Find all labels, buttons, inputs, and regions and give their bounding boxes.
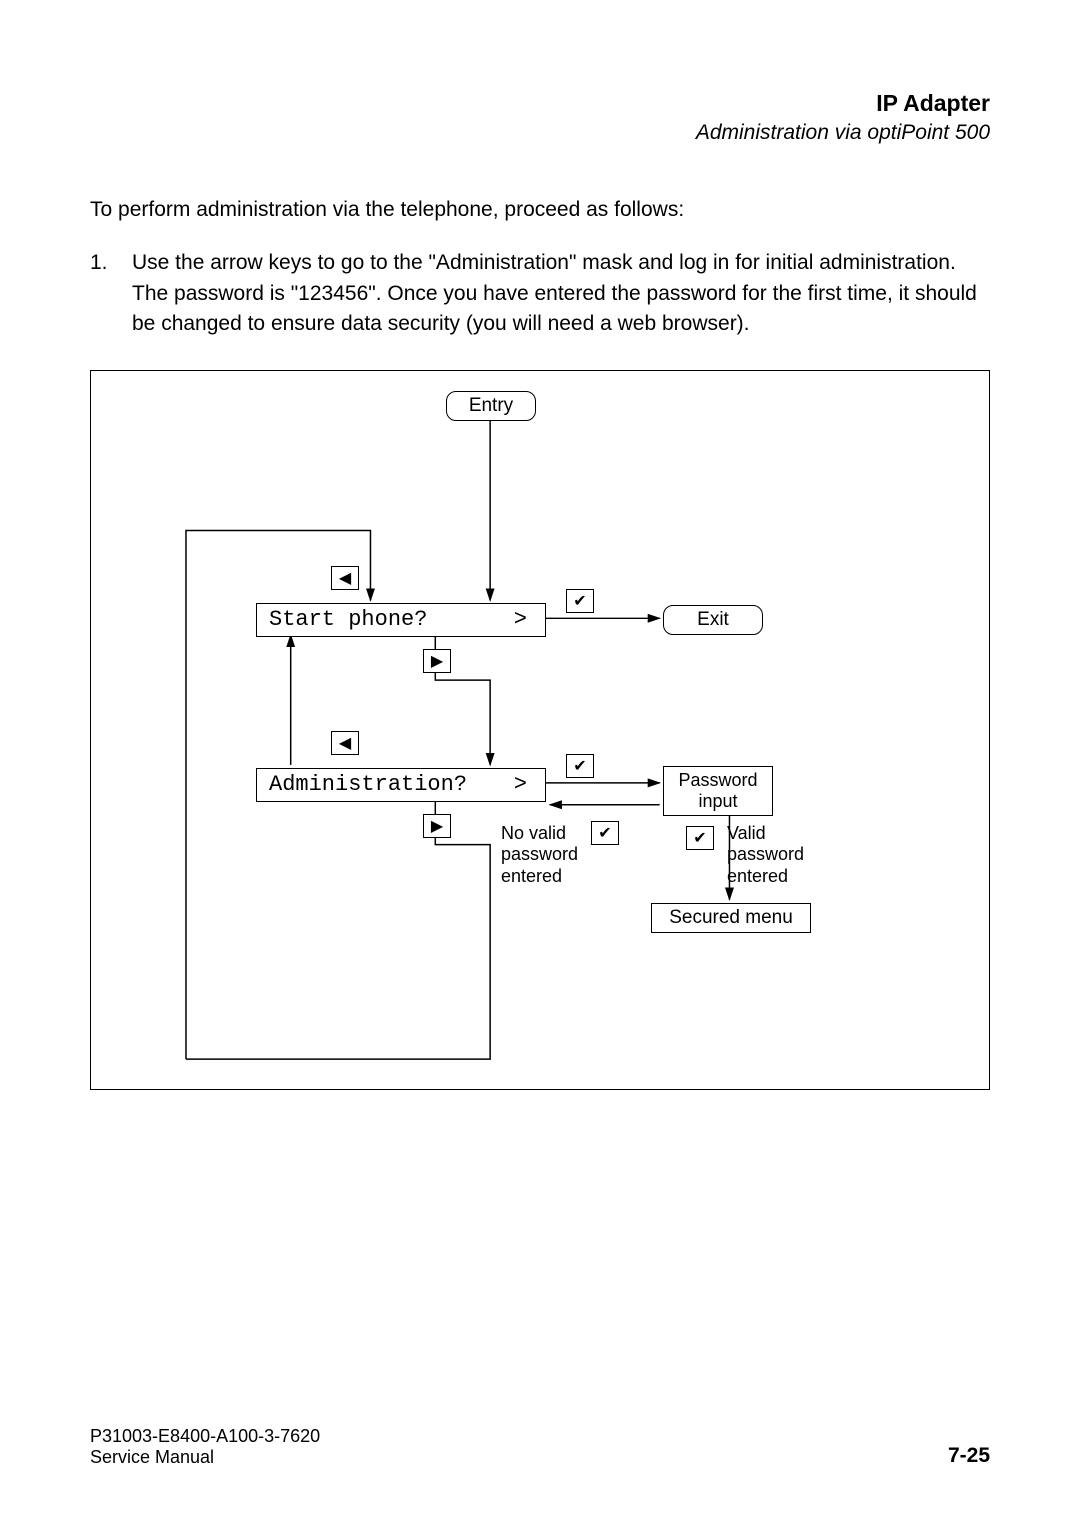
- node-secured-menu: Secured menu: [651, 903, 811, 933]
- check-icon-2: ✔: [566, 754, 594, 778]
- footer-manual: Service Manual: [90, 1447, 320, 1468]
- right-arrow-icon-2: ▶: [423, 814, 451, 838]
- valid-l3: entered: [727, 866, 804, 888]
- prompt-icon: >: [514, 607, 527, 632]
- node-entry-label: Entry: [469, 395, 513, 417]
- valid-l2: password: [727, 844, 804, 866]
- label-no-valid: No valid password entered: [501, 823, 578, 888]
- header-title: IP Adapter: [90, 90, 990, 117]
- check-glyph-2: ✔: [573, 756, 586, 776]
- node-start-phone-label: Start phone?: [269, 607, 427, 632]
- secured-menu-label: Secured menu: [669, 907, 793, 929]
- check-icon-4: ✔: [686, 826, 714, 850]
- valid-l1: Valid: [727, 823, 804, 845]
- node-password-input: Password input: [663, 766, 773, 816]
- node-start-phone: Start phone? >: [256, 603, 546, 637]
- right-arrow-glyph-2: ▶: [431, 816, 443, 836]
- password-line1: Password: [678, 770, 757, 791]
- page-header: IP Adapter Administration via optiPoint …: [90, 90, 990, 145]
- left-arrow-icon: ◀: [331, 566, 359, 590]
- right-arrow-glyph: ▶: [431, 651, 443, 671]
- flow-diagram: Entry Start phone? > ◀ ✔ ▶ Exit ◀ Admini…: [90, 370, 990, 1090]
- footer-left: P31003-E8400-A100-3-7620 Service Manual: [90, 1426, 320, 1468]
- diagram-lines: [91, 371, 989, 1089]
- left-arrow-glyph-2: ◀: [339, 733, 351, 753]
- step-text: Use the arrow keys to go to the "Adminis…: [132, 248, 990, 339]
- step-1: 1. Use the arrow keys to go to the "Admi…: [90, 248, 990, 339]
- check-icon-3: ✔: [591, 821, 619, 845]
- no-valid-l3: entered: [501, 866, 578, 888]
- right-arrow-icon: ▶: [423, 649, 451, 673]
- check-glyph: ✔: [573, 591, 586, 611]
- node-administration: Administration? >: [256, 768, 546, 802]
- check-glyph-3: ✔: [598, 823, 611, 843]
- page-number: 7-25: [948, 1444, 990, 1468]
- check-icon: ✔: [566, 589, 594, 613]
- label-valid: Valid password entered: [727, 823, 804, 888]
- no-valid-l1: No valid: [501, 823, 578, 845]
- node-entry: Entry: [446, 391, 536, 421]
- node-exit: Exit: [663, 605, 763, 635]
- check-glyph-4: ✔: [693, 828, 706, 848]
- page-footer: P31003-E8400-A100-3-7620 Service Manual …: [90, 1426, 990, 1468]
- footer-code: P31003-E8400-A100-3-7620: [90, 1426, 320, 1447]
- step-number: 1.: [90, 248, 132, 339]
- prompt-icon-2: >: [514, 772, 527, 797]
- header-subtitle: Administration via optiPoint 500: [90, 121, 990, 145]
- intro-text: To perform administration via the teleph…: [90, 195, 990, 224]
- left-arrow-icon-2: ◀: [331, 731, 359, 755]
- node-administration-label: Administration?: [269, 772, 467, 797]
- no-valid-l2: password: [501, 844, 578, 866]
- left-arrow-glyph: ◀: [339, 568, 351, 588]
- password-line2: input: [698, 791, 737, 812]
- node-exit-label: Exit: [697, 609, 729, 631]
